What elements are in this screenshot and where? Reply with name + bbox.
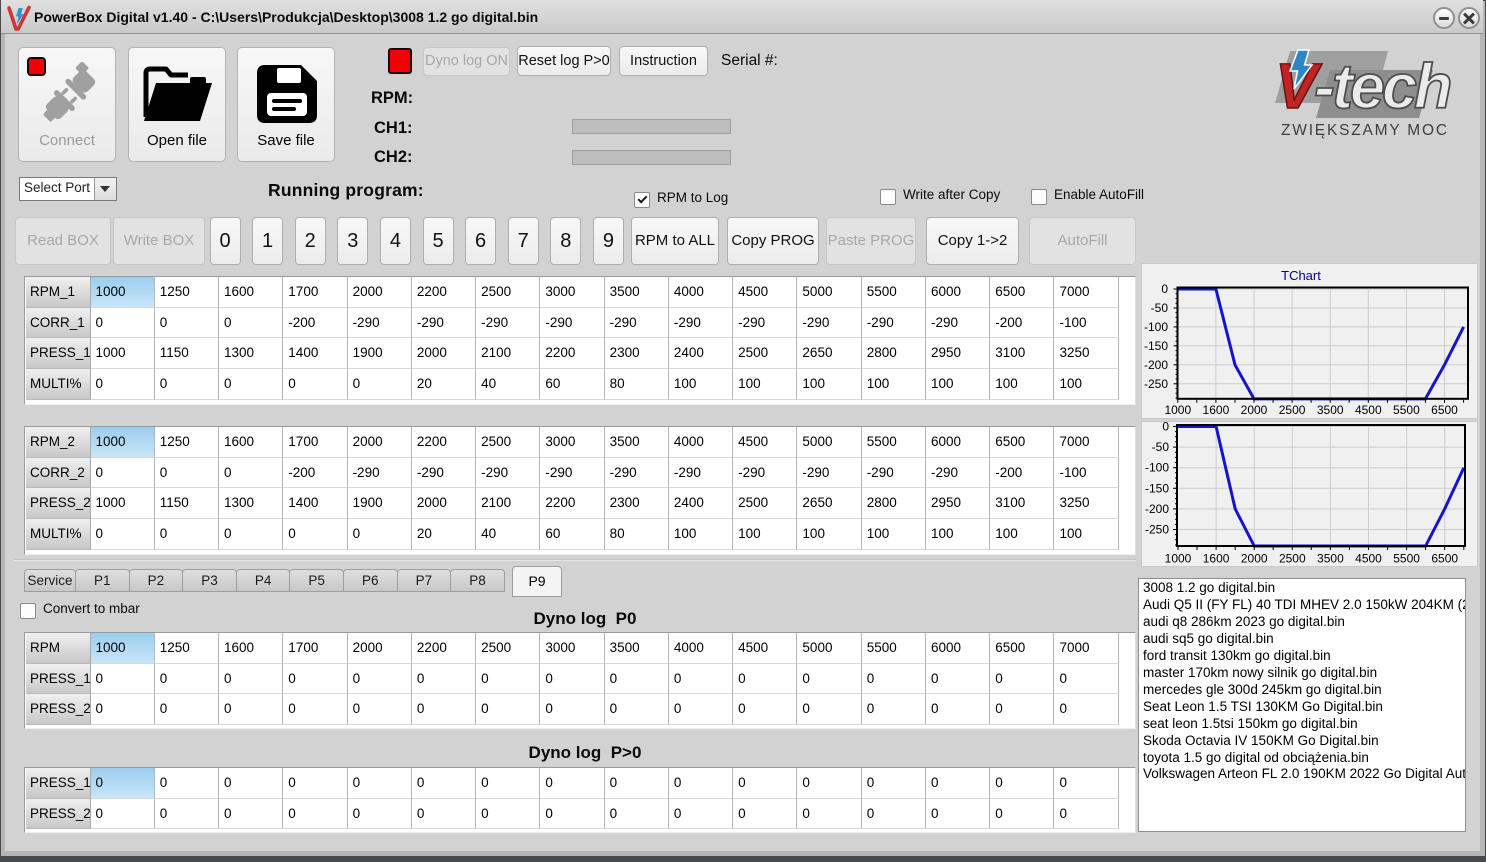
svg-text:-tech: -tech	[1314, 52, 1450, 122]
svg-text:-250: -250	[1145, 523, 1169, 537]
svg-text:2500: 2500	[1279, 552, 1306, 566]
svg-text:1000: 1000	[1165, 552, 1192, 566]
svg-text:6500: 6500	[1431, 403, 1458, 417]
svg-text:4500: 4500	[1355, 403, 1382, 417]
svg-text:5500: 5500	[1393, 403, 1420, 417]
svg-text:1000: 1000	[1164, 403, 1191, 417]
svg-text:2000: 2000	[1241, 403, 1268, 417]
svg-text:5500: 5500	[1393, 552, 1420, 566]
svg-text:3500: 3500	[1317, 552, 1344, 566]
svg-text:-150: -150	[1145, 481, 1169, 495]
svg-text:-250: -250	[1144, 377, 1168, 391]
svg-text:2000: 2000	[1241, 552, 1268, 566]
svg-text:-100: -100	[1145, 461, 1169, 475]
svg-text:ZWIĘKSZAMY MOC: ZWIĘKSZAMY MOC	[1281, 122, 1449, 139]
svg-text:6500: 6500	[1431, 552, 1458, 566]
svg-text:-150: -150	[1144, 339, 1168, 353]
svg-text:-50: -50	[1151, 301, 1169, 315]
svg-text:-50: -50	[1152, 440, 1170, 454]
svg-text:3500: 3500	[1317, 403, 1344, 417]
svg-text:0: 0	[1162, 421, 1169, 434]
svg-text:-200: -200	[1144, 358, 1168, 372]
svg-text:1600: 1600	[1203, 552, 1230, 566]
svg-text:0: 0	[1161, 282, 1168, 296]
svg-text:2500: 2500	[1279, 403, 1306, 417]
svg-text:-200: -200	[1145, 502, 1169, 516]
svg-text:TChart: TChart	[1281, 268, 1321, 283]
svg-text:1600: 1600	[1203, 403, 1230, 417]
svg-text:-100: -100	[1144, 320, 1168, 334]
svg-text:4500: 4500	[1355, 552, 1382, 566]
